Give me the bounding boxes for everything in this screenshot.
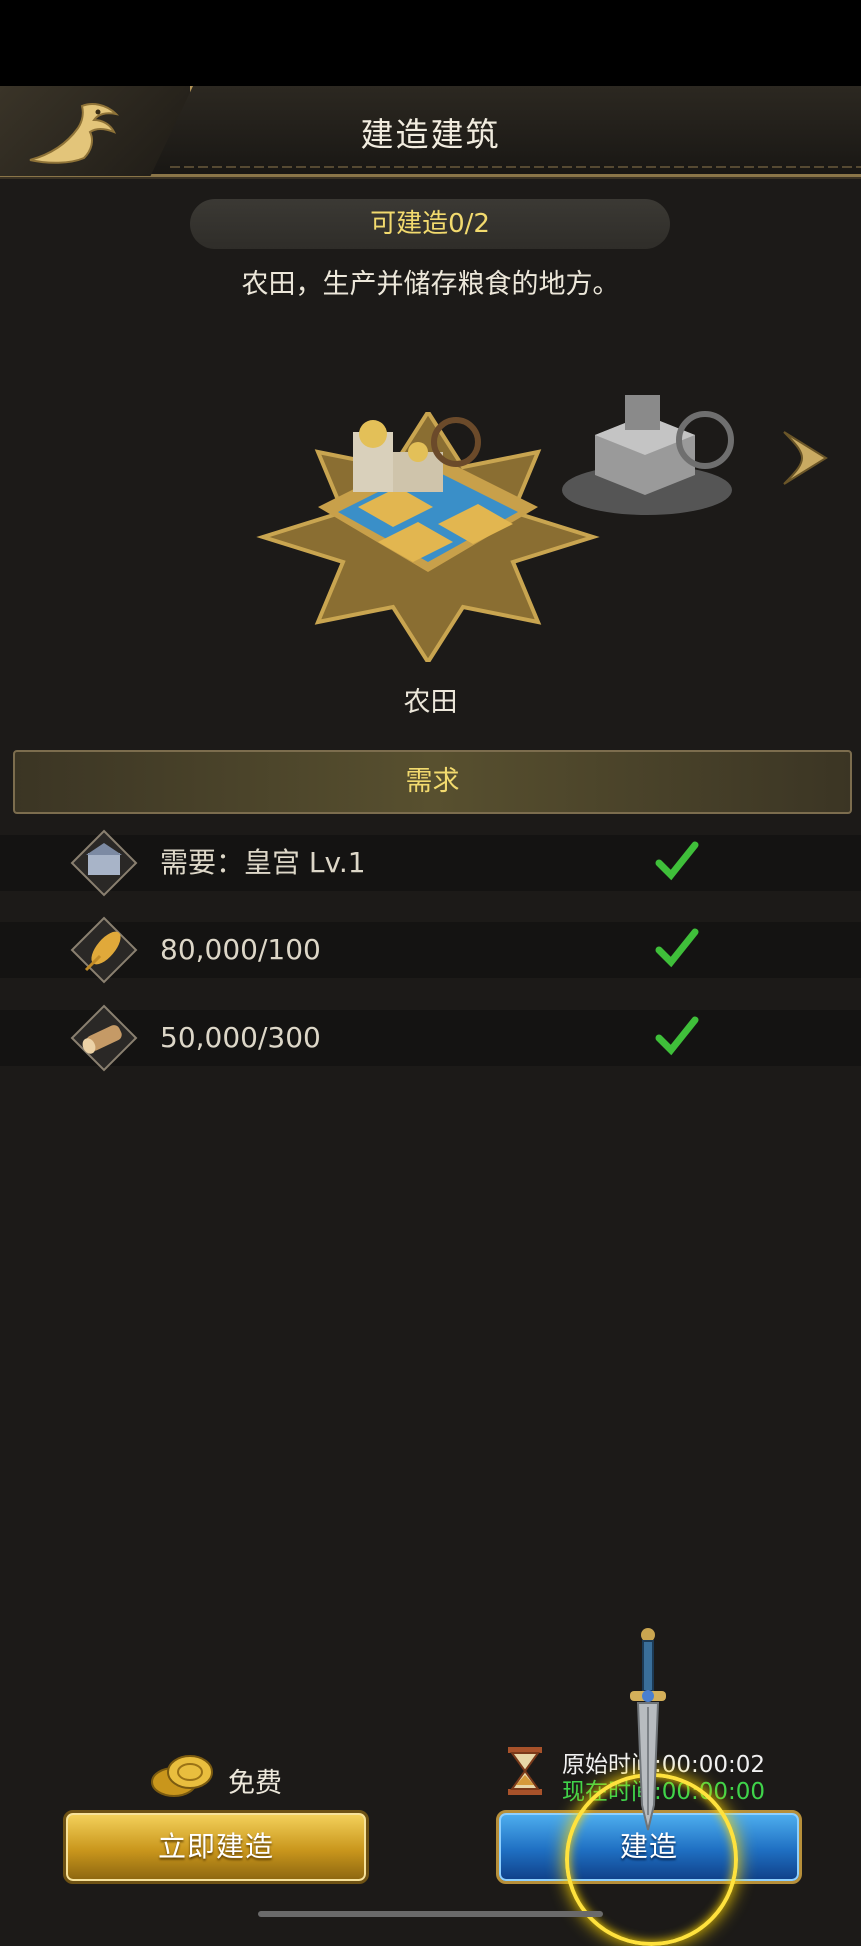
- instant-build-button[interactable]: 立即建造: [63, 1810, 369, 1884]
- wood-icon: [70, 1004, 138, 1072]
- hourglass-icon: [508, 1747, 542, 1795]
- free-label: 免费: [228, 1768, 282, 1799]
- next-building-arrow-icon[interactable]: [780, 428, 836, 488]
- requirement-row: 50,000/300: [0, 1004, 861, 1072]
- grain-icon: [70, 916, 138, 984]
- locked-building-preview[interactable]: [555, 385, 740, 520]
- farm-building-image[interactable]: [248, 412, 608, 662]
- requirements-header: 需求: [13, 750, 852, 814]
- gold-coin-icon: [151, 1755, 213, 1797]
- check-icon: [655, 841, 699, 881]
- palace-icon: [70, 829, 138, 897]
- building-name: 农田: [403, 687, 458, 718]
- check-icon: [655, 928, 699, 968]
- requirement-text: 需要：皇宫 Lv.1: [160, 846, 366, 879]
- requirement-text: 80,000/100: [160, 933, 321, 966]
- page-title: 建造建筑: [360, 115, 501, 154]
- home-indicator[interactable]: [258, 1911, 603, 1917]
- requirement-text: 50,000/300: [160, 1021, 321, 1054]
- building-description: 农田，生产并储存粮食的地方。: [241, 269, 620, 300]
- requirement-row: 80,000/100: [0, 916, 861, 984]
- tutorial-pointer-sword-icon: [630, 1628, 666, 1831]
- build-count-badge: 可建造0/2: [190, 199, 670, 249]
- requirement-row: 需要：皇宫 Lv.1: [0, 829, 861, 897]
- status-bar: [0, 0, 861, 86]
- check-icon: [655, 1016, 699, 1056]
